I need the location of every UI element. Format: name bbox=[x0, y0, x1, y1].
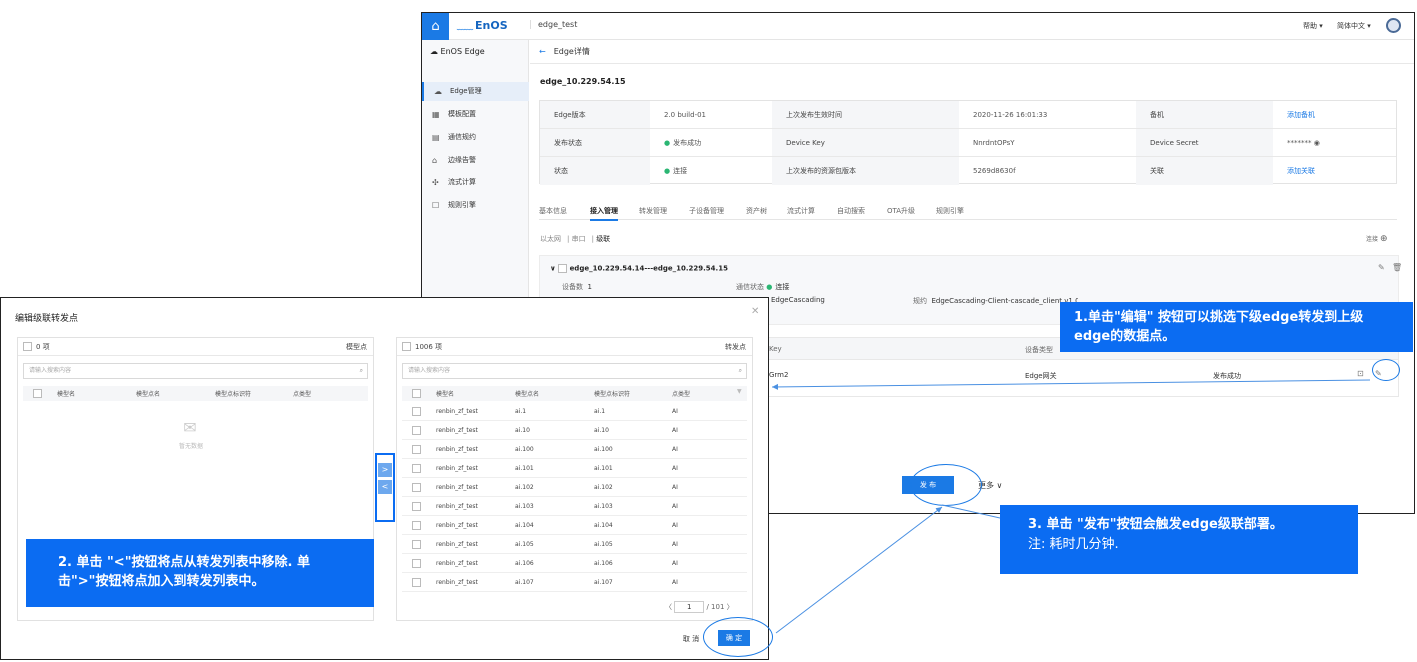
arrow-callout-publish bbox=[941, 504, 1001, 519]
arrow-confirm-publish bbox=[775, 506, 943, 634]
annotation-arrows bbox=[771, 379, 1371, 634]
arrow-edit bbox=[771, 379, 1371, 390]
